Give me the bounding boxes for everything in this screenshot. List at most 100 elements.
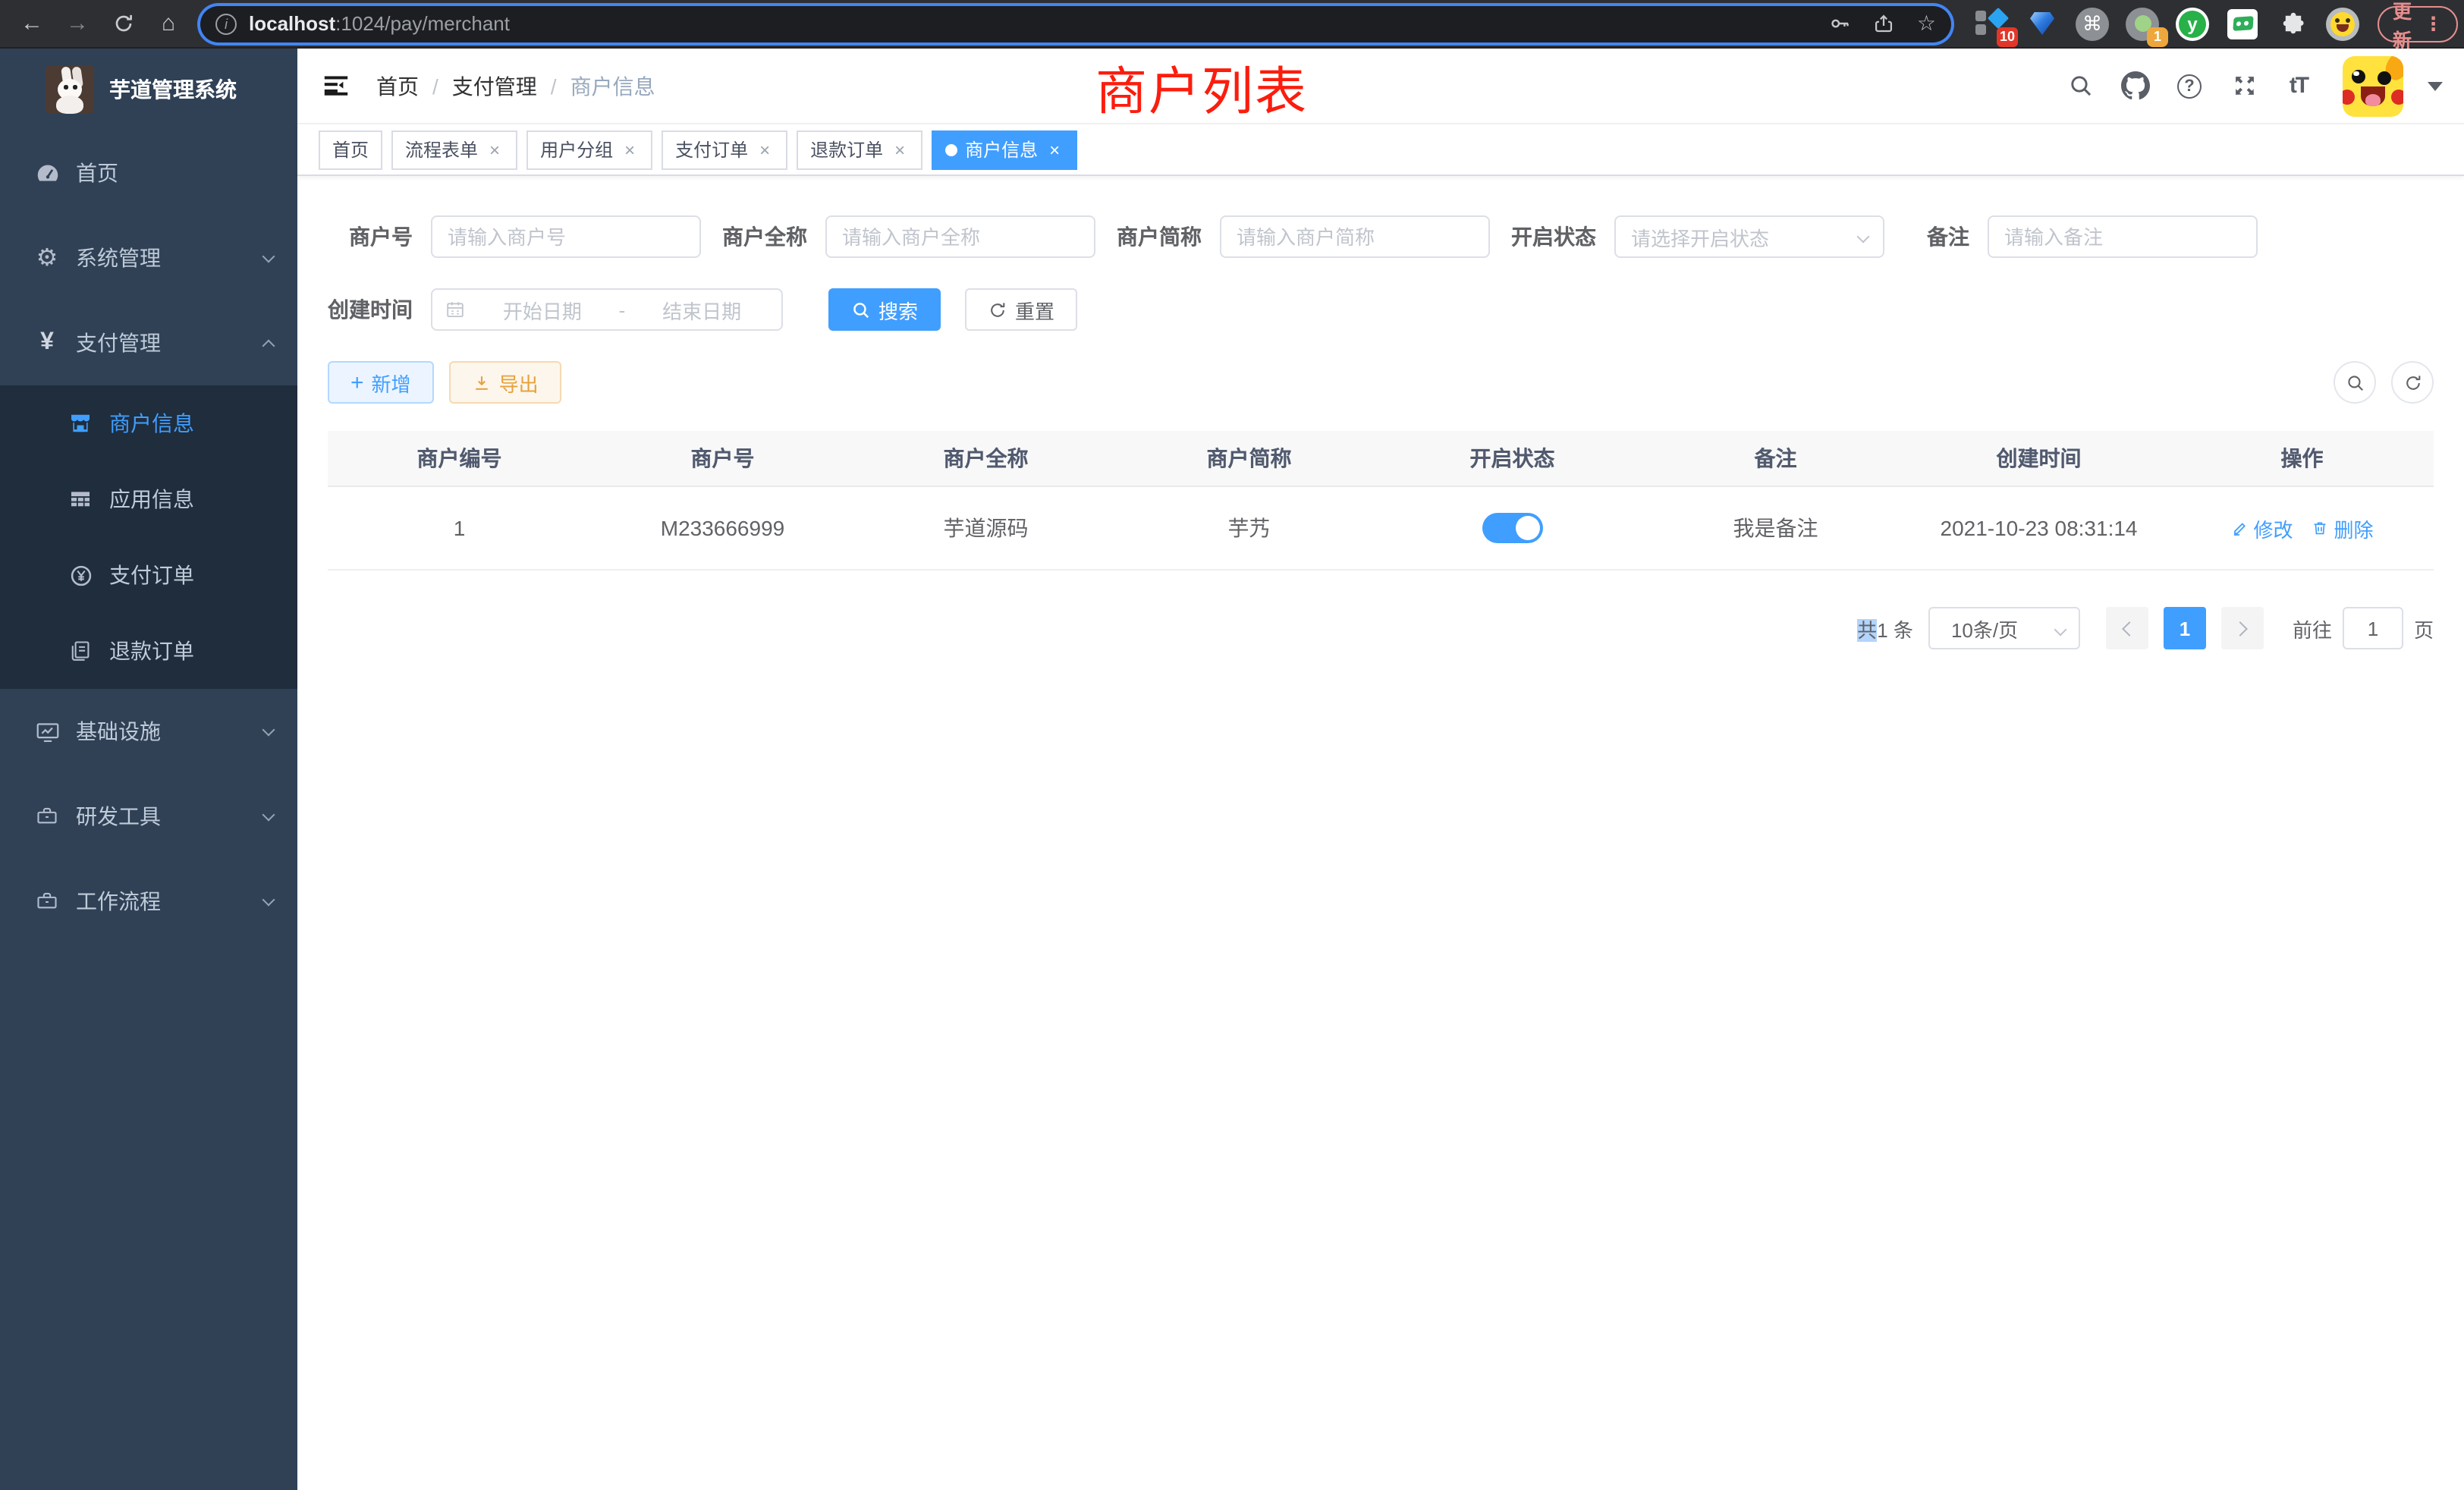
status-select[interactable]: 请选择开启状态 [1614,215,1884,258]
tab-pay-order[interactable]: 支付订单 × [662,130,787,169]
sidebar-item-pay-order[interactable]: 支付订单 [0,537,297,613]
document-icon [67,639,94,663]
help-icon[interactable]: ? [2173,69,2206,102]
share-icon[interactable] [1873,12,1896,35]
yen-icon: ¥ [33,329,61,357]
bookmark-star-icon[interactable]: ☆ [1917,11,1936,36]
tab-label: 首页 [332,137,369,162]
short-name-input[interactable] [1220,215,1490,258]
remark-input[interactable] [1988,215,2258,258]
tab-process-form[interactable]: 流程表单 × [391,130,517,169]
avatar-caret-icon[interactable] [2428,81,2443,90]
browser-back-icon[interactable]: ← [14,5,50,42]
extension-yuque-icon[interactable]: y [2176,7,2209,40]
extensions-puzzle-icon[interactable] [2276,7,2309,40]
toggle-search-button[interactable] [2334,361,2376,404]
prev-page-button[interactable] [2106,607,2148,649]
create-time-range-picker[interactable]: 开始日期 - 结束日期 [431,288,783,331]
extension-grid-diamond-icon[interactable]: 10 [1975,7,2009,40]
refresh-table-button[interactable] [2391,361,2434,404]
sidebar-collapse-icon[interactable] [319,69,352,102]
cell-remark: 我是备注 [1644,487,1907,569]
font-size-icon[interactable]: tT [2282,69,2315,102]
tab-refund-order[interactable]: 退款订单 × [797,130,922,169]
url-bar[interactable]: i localhost:1024/pay/merchant ☆ [200,5,1951,42]
sidebar-item-merchant-info[interactable]: 商户信息 [0,385,297,461]
breadcrumb-home[interactable]: 首页 [376,71,419,101]
sidebar-item-system[interactable]: ⚙ 系统管理 [0,215,297,300]
tab-user-group[interactable]: 用户分组 × [526,130,652,169]
extension-chat-icon[interactable] [2226,7,2259,40]
chevron-down-icon [262,723,275,736]
add-button-label: 新增 [372,368,411,397]
field-label: 商户全称 [722,222,807,252]
end-date-placeholder: 结束日期 [634,295,769,324]
total-prefix: 共 [1857,618,1877,641]
sidebar-item-app-info[interactable]: 应用信息 [0,461,297,537]
reset-button[interactable]: 重置 [965,288,1077,331]
header-search-icon[interactable] [2063,69,2097,102]
search-button[interactable]: 搜索 [828,288,941,331]
tab-close-icon[interactable]: × [1045,139,1064,160]
sidebar-item-home[interactable]: 首页 [0,130,297,215]
delete-link[interactable]: 删除 [2312,514,2374,542]
tab-close-icon[interactable]: × [891,139,909,160]
export-button[interactable]: 导出 [449,361,561,404]
password-key-icon[interactable] [1829,12,1852,35]
user-avatar[interactable] [2343,55,2403,116]
tab-label: 商户信息 [965,137,1038,162]
browser-home-icon[interactable]: ⌂ [150,5,187,42]
breadcrumb-payment[interactable]: 支付管理 [452,71,537,101]
date-range-separator: - [619,298,626,321]
sidebar-item-infrastructure[interactable]: 基础设施 [0,689,297,774]
sidebar-item-workflow[interactable]: 工作流程 [0,859,297,944]
browser-update-button[interactable]: 更新 ⋮ [2378,5,2458,42]
tab-home[interactable]: 首页 [319,130,382,169]
page-size-select[interactable]: 10条/页 [1928,607,2080,649]
fullscreen-icon[interactable] [2227,69,2261,102]
filter-create-time: 创建时间 开始日期 - 结束日期 [328,288,783,331]
active-tab-dot [945,143,957,156]
sidebar-item-label: 应用信息 [109,484,194,514]
extension-gem-icon[interactable] [2026,7,2059,40]
page-number-1[interactable]: 1 [2164,607,2206,649]
tab-close-icon[interactable]: × [621,139,639,160]
chevron-down-icon [2054,624,2066,637]
sidebar-item-label: 商户信息 [109,408,194,439]
sidebar-item-dev-tools[interactable]: 研发工具 [0,774,297,859]
pagination: 共1 条 10条/页 1 前往 页 [328,607,2434,649]
tab-close-icon[interactable]: × [486,139,504,160]
github-icon[interactable] [2118,69,2151,102]
merchant-no-input[interactable] [431,215,701,258]
monitor-icon [33,718,61,744]
sidebar-item-refund-order[interactable]: 退款订单 [0,613,297,689]
url-path: :1024/pay/merchant [335,12,510,35]
column-header: 商户编号 [328,431,591,486]
update-label: 更新 [2393,0,2412,52]
extension-command-icon[interactable]: ⌘ [2076,7,2109,40]
chevron-down-icon [1857,231,1870,244]
browser-forward-icon[interactable]: → [59,5,96,42]
tab-close-icon[interactable]: × [756,139,774,160]
status-toggle[interactable] [1482,513,1543,543]
breadcrumb-separator: / [432,74,438,98]
add-button[interactable]: + 新增 [328,361,434,404]
browser-reload-icon[interactable] [105,5,141,42]
site-info-icon[interactable]: i [215,13,237,34]
breadcrumb: 首页 / 支付管理 / 商户信息 [376,71,655,101]
tab-label: 流程表单 [405,137,478,162]
breadcrumb-separator: / [551,74,557,98]
next-page-button[interactable] [2221,607,2264,649]
tab-merchant-info[interactable]: 商户信息 × [932,130,1077,169]
extension-recorder-icon[interactable]: 1 [2126,7,2159,40]
edit-link[interactable]: 修改 [2230,514,2293,542]
chevron-left-icon [2122,621,2137,636]
full-name-input[interactable] [825,215,1095,258]
briefcase-icon [33,889,61,913]
profile-avatar-icon[interactable] [2326,7,2359,40]
cell-status [1381,487,1644,569]
goto-page-input[interactable] [2343,607,2403,649]
app-logo[interactable]: 芋道管理系统 [0,49,297,130]
sidebar-item-payment[interactable]: ¥ 支付管理 [0,300,297,385]
browser-menu-kebab-icon[interactable]: ⋮ [2424,12,2443,35]
